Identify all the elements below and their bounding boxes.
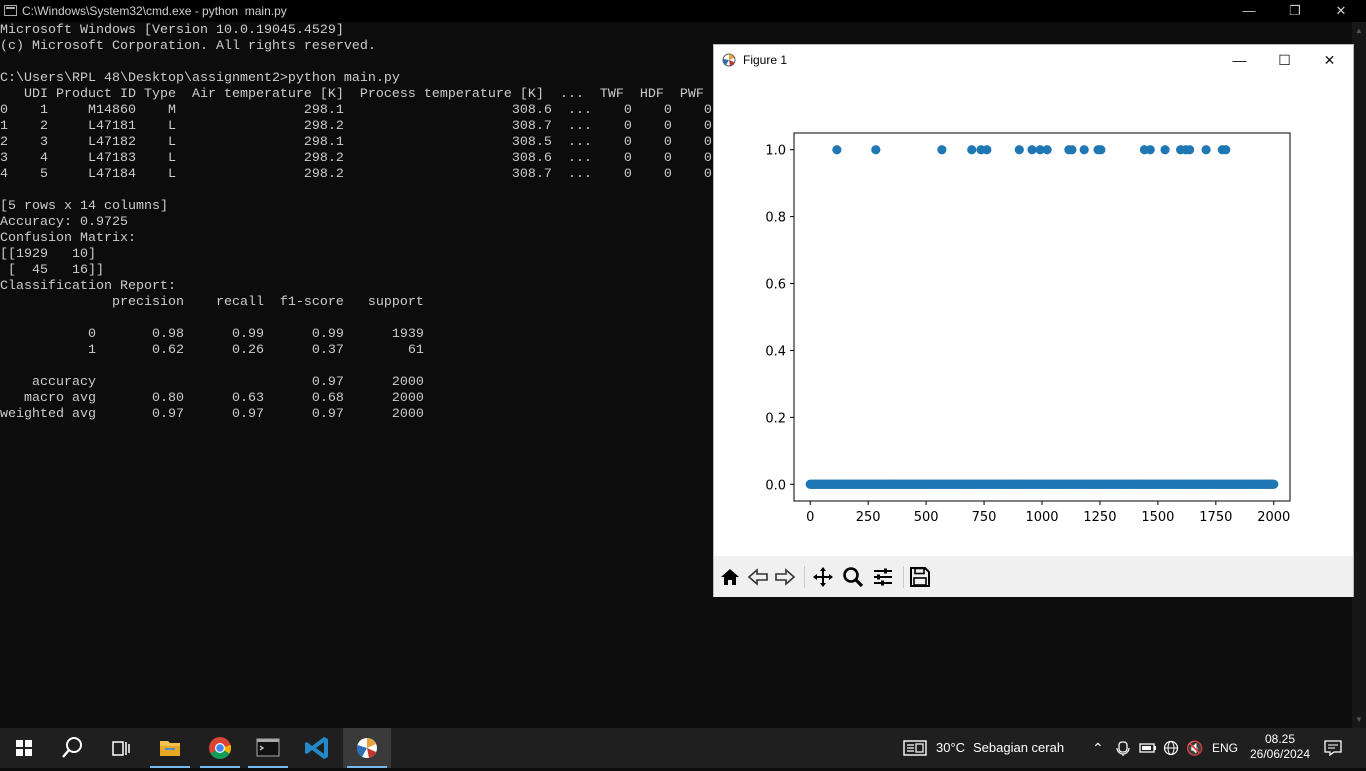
taskbar-cmd[interactable] bbox=[244, 728, 292, 768]
data-point bbox=[1067, 145, 1077, 155]
toolbar-separator bbox=[903, 566, 904, 588]
y-tick-label: 0.2 bbox=[765, 411, 786, 426]
file-explorer-icon bbox=[160, 741, 180, 756]
battery-icon[interactable] bbox=[1139, 742, 1157, 754]
zoom-icon[interactable] bbox=[841, 565, 865, 589]
y-tick-label: 1.0 bbox=[765, 144, 786, 159]
chrome-icon bbox=[209, 737, 231, 759]
network-globe-icon[interactable] bbox=[1163, 740, 1179, 756]
x-tick-label: 1500 bbox=[1141, 510, 1174, 525]
clock-time: 08.25 bbox=[1264, 732, 1296, 746]
x-tick-label: 250 bbox=[856, 510, 881, 525]
notifications-icon[interactable] bbox=[1324, 740, 1342, 756]
clock[interactable]: 08.25 26/06/2024 bbox=[1246, 728, 1314, 768]
save-icon[interactable] bbox=[908, 565, 932, 589]
x-tick-label: 1250 bbox=[1083, 510, 1116, 525]
weather-desc[interactable]: Sebagian cerah bbox=[973, 728, 1064, 768]
search-icon[interactable] bbox=[48, 728, 96, 768]
data-point bbox=[982, 145, 992, 155]
x-tick-label: 2000 bbox=[1257, 510, 1290, 525]
scroll-down-icon[interactable]: ▼ bbox=[1355, 715, 1363, 724]
language-indicator[interactable]: ENG bbox=[1212, 728, 1238, 768]
volume-muted-icon[interactable]: 🔇 bbox=[1186, 728, 1203, 768]
start-windows-icon[interactable] bbox=[0, 728, 48, 768]
y-tick-label: 0.0 bbox=[765, 478, 786, 493]
back-icon[interactable] bbox=[746, 565, 770, 589]
matplotlib-icon bbox=[722, 53, 736, 67]
data-point bbox=[871, 145, 881, 155]
weather-news-icon[interactable] bbox=[903, 740, 927, 756]
data-point bbox=[1145, 145, 1155, 155]
data-point bbox=[967, 145, 977, 155]
weather-temp[interactable]: 30°C bbox=[936, 728, 965, 768]
pan-icon[interactable] bbox=[811, 565, 835, 589]
data-point bbox=[1221, 145, 1231, 155]
cmd-window-title: C:\Windows\System32\cmd.exe - python mai… bbox=[22, 4, 287, 18]
meet-now-icon[interactable] bbox=[1116, 740, 1130, 756]
console-scrollbar[interactable]: ▲ ▼ bbox=[1352, 22, 1366, 728]
data-point bbox=[1096, 145, 1106, 155]
x-tick-label: 500 bbox=[914, 510, 939, 525]
x-tick-label: 1750 bbox=[1199, 510, 1232, 525]
figure-minimize-icon[interactable]: — bbox=[1217, 45, 1262, 75]
restore-icon[interactable]: ❐ bbox=[1272, 0, 1318, 22]
close-icon[interactable]: ✕ bbox=[1318, 0, 1364, 22]
data-point bbox=[1185, 145, 1195, 155]
home-icon[interactable] bbox=[718, 565, 742, 589]
data-point bbox=[1201, 145, 1211, 155]
scroll-up-icon[interactable]: ▲ bbox=[1355, 26, 1363, 35]
data-point bbox=[1027, 145, 1037, 155]
chevron-up-icon[interactable]: ⌃ bbox=[1092, 728, 1104, 768]
figure-titlebar[interactable]: Figure 1 — ☐ ✕ bbox=[714, 45, 1353, 75]
x-tick-label: 750 bbox=[972, 510, 997, 525]
figure-close-icon[interactable]: ✕ bbox=[1307, 45, 1352, 75]
figure-maximize-icon[interactable]: ☐ bbox=[1262, 45, 1307, 75]
console-line: Microsoft Windows [Version 10.0.19045.45… bbox=[0, 23, 344, 38]
figure-title: Figure 1 bbox=[743, 53, 788, 67]
minimize-icon[interactable]: — bbox=[1226, 0, 1272, 22]
data-point bbox=[1269, 479, 1279, 489]
y-tick-label: 0.8 bbox=[765, 211, 786, 226]
taskbar: 30°C Sebagian cerah ⌃ 🔇 ENG 08.25 26/06/… bbox=[0, 728, 1366, 768]
y-tick-label: 0.6 bbox=[765, 278, 786, 293]
clock-date: 26/06/2024 bbox=[1249, 747, 1311, 761]
figure-toolbar bbox=[714, 556, 1353, 597]
data-point bbox=[937, 145, 947, 155]
data-point bbox=[832, 145, 842, 155]
forward-icon[interactable] bbox=[773, 565, 797, 589]
data-point bbox=[1042, 145, 1052, 155]
scatter-plot[interactable]: 0 250 500 750 1000 1250 1500 1750 2000 0.0 0.2 0.4… bbox=[714, 75, 1353, 555]
data-point bbox=[1079, 145, 1089, 155]
taskbar-chrome[interactable] bbox=[196, 728, 244, 768]
x-tick-label: 1000 bbox=[1025, 510, 1058, 525]
cmd-icon bbox=[256, 738, 280, 757]
taskbar-file-explorer[interactable] bbox=[146, 728, 194, 768]
axes-frame bbox=[793, 132, 1291, 502]
vscode-icon[interactable] bbox=[294, 728, 342, 768]
cmd-titlebar[interactable]: C:\Windows\System32\cmd.exe - python mai… bbox=[0, 0, 1366, 22]
configure-subplots-icon[interactable] bbox=[871, 565, 895, 589]
x-tick-label: 0 bbox=[806, 510, 814, 525]
matplotlib-icon bbox=[356, 738, 377, 758]
cmd-app-icon bbox=[4, 5, 17, 16]
taskbar-python-figure[interactable] bbox=[343, 728, 391, 768]
task-view-icon[interactable] bbox=[96, 728, 144, 768]
toolbar-separator bbox=[804, 566, 805, 588]
y-tick-label: 0.4 bbox=[765, 344, 786, 359]
data-point bbox=[1160, 145, 1170, 155]
figure-window[interactable]: Figure 1 — ☐ ✕ 0 250 500 750 1000 1250 1500 175… bbox=[713, 44, 1354, 597]
data-point bbox=[1014, 145, 1024, 155]
